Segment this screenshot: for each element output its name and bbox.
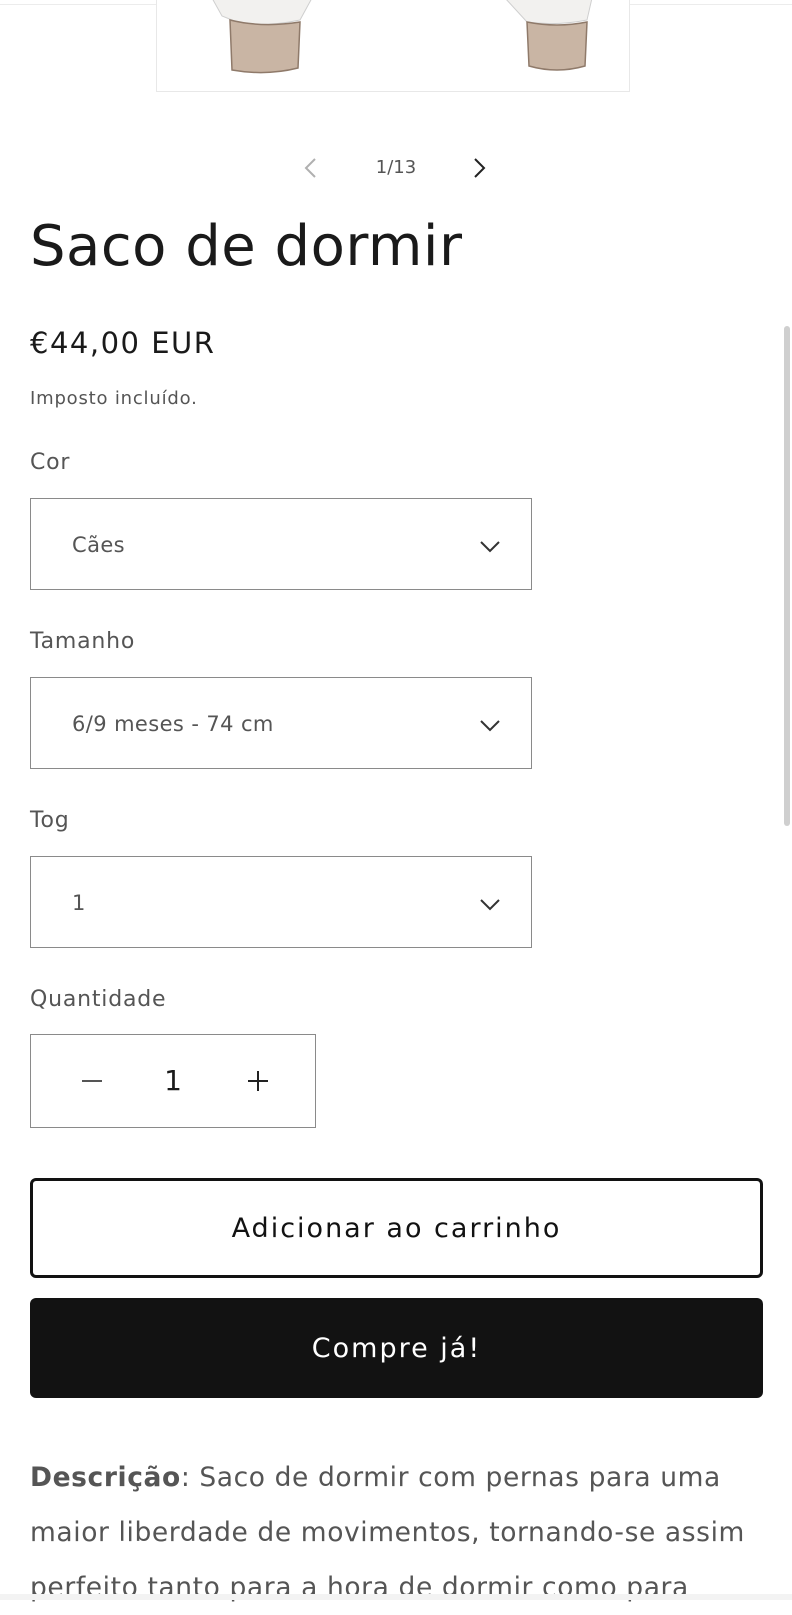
product-image[interactable] — [156, 0, 630, 92]
chevron-right-icon — [474, 158, 486, 178]
description-heading: Descrição — [30, 1462, 181, 1493]
product-image-left-sleeve — [212, 0, 312, 74]
tog-select-value: 1 — [72, 891, 86, 915]
size-select[interactable]: 6/9 meses - 74 cm — [30, 677, 532, 769]
plus-icon — [248, 1071, 268, 1091]
page-scrollbar[interactable] — [784, 326, 790, 826]
quantity-decrease-button[interactable] — [47, 1035, 137, 1127]
quantity-stepper: 1 — [30, 1034, 316, 1128]
tax-note: Imposto incluído. — [30, 388, 198, 409]
gallery-navigation: 1/13 — [0, 148, 792, 188]
quantity-increase-button[interactable] — [213, 1035, 303, 1127]
quantity-input[interactable]: 1 — [131, 1035, 215, 1127]
color-select-value: Cães — [72, 533, 125, 557]
product-title: Saco de dormir — [30, 214, 463, 279]
color-label: Cor — [30, 450, 71, 475]
buy-now-button[interactable]: Compre já! — [30, 1298, 763, 1398]
chevron-down-icon — [480, 899, 500, 911]
add-to-cart-button[interactable]: Adicionar ao carrinho — [30, 1178, 763, 1278]
product-description: Descrição: Saco de dormir com pernas par… — [30, 1450, 770, 1615]
size-label: Tamanho — [30, 629, 136, 654]
product-price: €44,00 EUR — [30, 326, 216, 360]
tog-label: Tog — [30, 808, 70, 833]
tog-select[interactable]: 1 — [30, 856, 532, 948]
bottom-edge — [0, 1594, 792, 1600]
size-select-value: 6/9 meses - 74 cm — [72, 712, 274, 736]
gallery-counter: 1/13 — [375, 157, 417, 178]
product-image-right-sleeve — [506, 0, 593, 71]
quantity-label: Quantidade — [30, 987, 167, 1012]
gallery-prev-button[interactable] — [290, 148, 330, 188]
chevron-left-icon — [304, 158, 316, 178]
color-select[interactable]: Cães — [30, 498, 532, 590]
chevron-down-icon — [480, 720, 500, 732]
minus-icon — [82, 1080, 102, 1082]
gallery-next-button[interactable] — [460, 148, 500, 188]
chevron-down-icon — [480, 541, 500, 553]
